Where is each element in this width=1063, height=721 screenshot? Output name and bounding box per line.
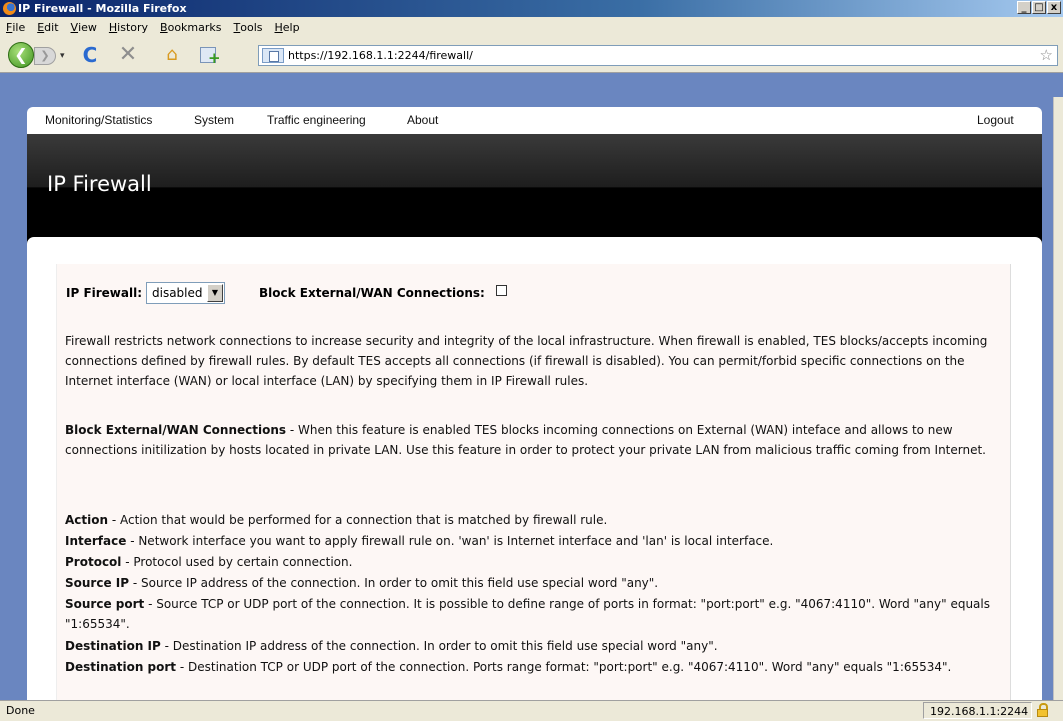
ip-firewall-select-value: disabled — [152, 286, 203, 300]
definition-term: Action — [65, 513, 109, 527]
definition-text: - Protocol used by certain connection. — [121, 555, 353, 569]
definition-item: Destination port - Destination TCP or UD… — [65, 657, 1010, 677]
definition-term: Source port — [65, 597, 145, 611]
definition-term: Protocol — [65, 555, 122, 569]
ip-firewall-select[interactable]: disabled ▼ — [146, 282, 225, 304]
menu-edit[interactable]: Edit — [31, 17, 64, 34]
nav-system[interactable]: System — [194, 113, 234, 127]
page-banner: IP Firewall — [27, 134, 1042, 244]
chevron-down-icon: ▼ — [207, 284, 223, 302]
close-button[interactable]: x — [1047, 1, 1061, 14]
definition-text: - Action that would be performed for a c… — [108, 513, 608, 527]
page-viewport: Monitoring/Statistics System Traffic eng… — [10, 97, 1053, 700]
site-nav: Monitoring/Statistics System Traffic eng… — [27, 107, 1042, 134]
definition-text: - Destination IP address of the connecti… — [160, 639, 718, 653]
site-identity-icon[interactable] — [262, 48, 284, 63]
window-titlebar: IP Firewall - Mozilla Firefox _ □ x — [0, 0, 1063, 17]
back-button[interactable]: ❮ — [8, 42, 34, 68]
nav-traffic-engineering[interactable]: Traffic engineering — [267, 113, 366, 127]
definition-text: - Network interface you want to apply fi… — [126, 534, 774, 548]
definition-term: Destination port — [65, 660, 177, 674]
add-bookmark-button[interactable]: + — [198, 45, 222, 67]
page-title: IP Firewall — [47, 172, 152, 196]
vertical-scrollbar[interactable] — [1053, 97, 1063, 700]
menu-view[interactable]: View — [65, 17, 103, 34]
menu-file[interactable]: File — [0, 17, 31, 34]
definition-item: Source IP - Source IP address of the con… — [65, 573, 1010, 593]
window-title: IP Firewall - Mozilla Firefox — [18, 2, 187, 15]
status-text: Done — [6, 704, 35, 717]
definition-text: - Source TCP or UDP port of the connecti… — [65, 597, 990, 631]
plus-icon: + — [208, 49, 221, 67]
definition-item: Interface - Network interface you want t… — [65, 531, 1010, 551]
bookmark-star-icon[interactable]: ☆ — [1040, 46, 1053, 64]
url-bar[interactable]: https://192.168.1.1:2244/firewall/ ☆ — [258, 45, 1058, 66]
nav-monitoring-statistics[interactable]: Monitoring/Statistics — [45, 113, 152, 127]
home-button[interactable]: ⌂ — [160, 44, 184, 68]
definition-item: Source port - Source TCP or UDP port of … — [65, 594, 1010, 634]
definition-item: Destination IP - Destination IP address … — [65, 636, 1010, 656]
forward-button[interactable]: ❯ — [34, 47, 56, 65]
block-description-term: Block External/WAN Connections — [65, 423, 287, 437]
status-bar: Done 192.168.1.1:2244 — [0, 700, 1063, 721]
menu-bookmarks[interactable]: Bookmarks — [154, 17, 227, 34]
block-wan-checkbox[interactable] — [496, 285, 507, 296]
definition-item: Action - Action that would be performed … — [65, 510, 1010, 530]
ip-firewall-label: IP Firewall: — [66, 286, 143, 300]
menu-tools[interactable]: Tools — [228, 17, 269, 34]
menubar: File Edit View History Bookmarks Tools Help — [0, 17, 1063, 37]
definition-text: - Source IP address of the connection. I… — [129, 576, 659, 590]
nav-about[interactable]: About — [407, 113, 438, 127]
definition-text: - Destination TCP or UDP port of the con… — [176, 660, 952, 674]
maximize-button[interactable]: □ — [1032, 1, 1046, 14]
history-dropdown-icon[interactable]: ▾ — [60, 47, 72, 65]
minimize-button[interactable]: _ — [1017, 1, 1031, 14]
definition-term: Source IP — [65, 576, 130, 590]
logout-link[interactable]: Logout — [977, 113, 1014, 127]
reload-button[interactable]: C — [78, 43, 102, 67]
firefox-logo-icon — [3, 2, 16, 15]
intro-paragraph: Firewall restricts network connections t… — [65, 334, 988, 388]
status-host: 192.168.1.1:2244 — [923, 702, 1032, 719]
navigation-toolbar: ❮ ❯ ▾ C ✕ ⌂ + https://192.168.1.1:2244/f… — [0, 37, 1063, 73]
content-area: IP Firewall: disabled ▼ Block External/W… — [27, 237, 1042, 700]
definition-term: Interface — [65, 534, 127, 548]
block-wan-label: Block External/WAN Connections: — [259, 286, 485, 300]
firewall-panel: IP Firewall: disabled ▼ Block External/W… — [56, 264, 1011, 700]
menu-help[interactable]: Help — [269, 17, 306, 34]
menu-history[interactable]: History — [103, 17, 154, 34]
lock-icon[interactable] — [1037, 703, 1048, 717]
definition-term: Destination IP — [65, 639, 161, 653]
url-text[interactable]: https://192.168.1.1:2244/firewall/ — [288, 49, 473, 62]
block-description: Block External/WAN Connections - When th… — [65, 420, 1010, 460]
definition-item: Protocol - Protocol used by certain conn… — [65, 552, 1010, 572]
stop-button[interactable]: ✕ — [116, 43, 140, 67]
